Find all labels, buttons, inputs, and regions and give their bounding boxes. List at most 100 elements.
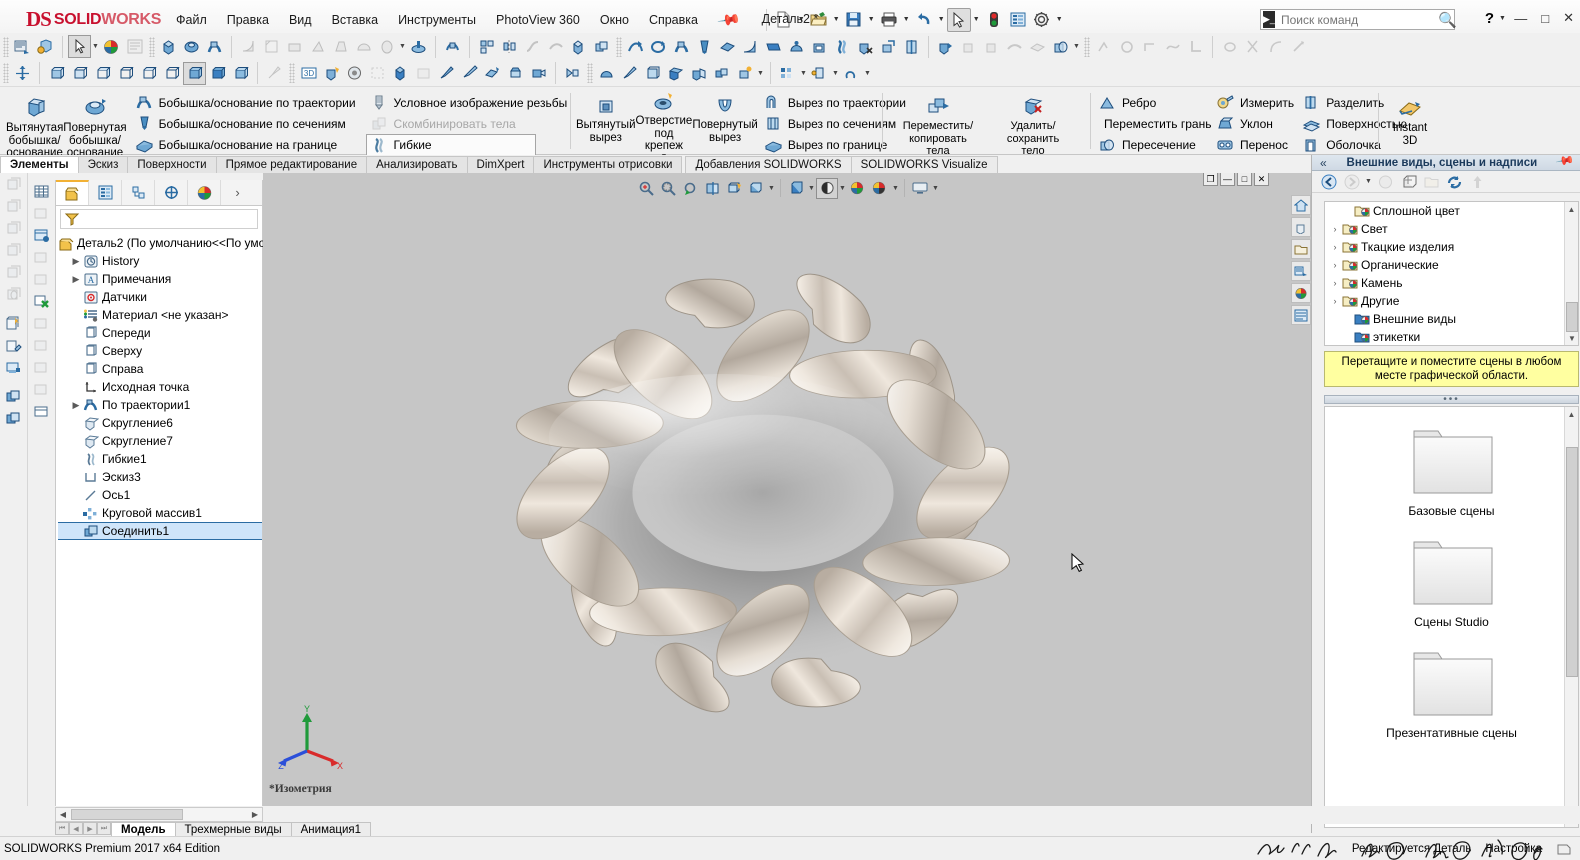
edit-scene-button[interactable] <box>481 62 504 85</box>
indent-button[interactable] <box>980 35 1003 58</box>
tab-nav-first[interactable]: ⏮ <box>55 822 69 835</box>
tree-item-material[interactable]: Материал <не указан> <box>58 306 262 324</box>
sketch-corner-button[interactable] <box>1184 35 1207 58</box>
print-document-dropdown[interactable]: ▼ <box>901 16 912 23</box>
render-region-button[interactable] <box>366 62 389 85</box>
sketch-spline-button[interactable] <box>1161 35 1184 58</box>
file-properties-button[interactable] <box>1006 8 1030 32</box>
tab-nav-last[interactable]: ⏭ <box>97 822 111 835</box>
fillet-small-button[interactable] <box>237 35 260 58</box>
appearances-tree-scrollbar[interactable]: ▲ ▼ <box>1564 202 1578 345</box>
revolved-boss-button[interactable]: Повернутая бобышка/основание <box>63 89 127 160</box>
tp-item-labels[interactable]: этикетки <box>1325 328 1578 345</box>
edit-appearance-button[interactable] <box>34 35 57 58</box>
options-dropdown[interactable]: ▼ <box>1054 16 1065 23</box>
search-icon[interactable]: 🔍 <box>1438 11 1461 29</box>
render-preview-button[interactable] <box>343 62 366 85</box>
sketch-dimension-button[interactable] <box>1287 35 1310 58</box>
tp-item-stone[interactable]: › Камень <box>1325 274 1578 292</box>
photoview-render-button[interactable] <box>320 62 343 85</box>
mirror-button[interactable] <box>498 35 521 58</box>
view-palette-button[interactable] <box>11 35 34 58</box>
tab-nav-next[interactable]: ▶ <box>83 822 97 835</box>
camera-button[interactable] <box>527 62 550 85</box>
menu-item-photoview[interactable]: PhotoView 360 <box>486 9 590 31</box>
revolved-boss-small-button[interactable] <box>180 35 203 58</box>
table-icon-button[interactable] <box>30 181 54 202</box>
tree-item-circular-pattern1[interactable]: Круговой массив1 <box>58 504 262 522</box>
tree-item-flex1[interactable]: Гибкие1 <box>58 450 262 468</box>
tp-item-other[interactable]: › Другие <box>1325 292 1578 310</box>
combine-button[interactable] <box>590 35 613 58</box>
view-bottom-button[interactable] <box>160 62 183 85</box>
expand-arrow[interactable]: › <box>1329 296 1341 306</box>
pattern-dropdown[interactable]: ▼ <box>799 70 808 77</box>
draft-small-button[interactable] <box>329 35 352 58</box>
gallery-item-basic-scenes[interactable]: Базовые сцены <box>1325 407 1578 518</box>
assembly-tool-button[interactable] <box>710 62 733 85</box>
menu-item-file[interactable]: Файл <box>166 9 217 31</box>
plane-button[interactable] <box>762 35 785 58</box>
expand-arrow[interactable]: ▶ <box>70 256 82 267</box>
view-right-button[interactable] <box>114 62 137 85</box>
tree-item-annotations[interactable]: ▶ A Примечания <box>58 270 262 288</box>
list-table-button[interactable] <box>30 401 54 422</box>
intersect-button[interactable] <box>1049 35 1072 58</box>
hole-table-button[interactable] <box>30 313 54 334</box>
undo-button[interactable] <box>912 8 936 32</box>
appearances-icon[interactable] <box>1375 172 1396 192</box>
camera-dock-button[interactable] <box>2 284 26 305</box>
insert-part-button[interactable] <box>934 35 957 58</box>
pin-icon[interactable]: 📌 <box>717 7 743 33</box>
toolbar-grip[interactable] <box>616 36 622 57</box>
menu-item-window[interactable]: Окно <box>590 9 639 31</box>
revision-table-button[interactable] <box>30 269 54 290</box>
folder-icon[interactable] <box>1421 172 1442 192</box>
scroll-left-arrow[interactable]: ◀ <box>56 810 70 819</box>
help-dropdown[interactable]: ▼ <box>1497 15 1508 22</box>
perspective-button[interactable] <box>561 62 584 85</box>
final-render-button[interactable] <box>389 62 412 85</box>
tab-analyze[interactable]: Анализировать <box>366 156 468 173</box>
appearance-dock-button[interactable] <box>2 196 26 217</box>
tree-item-origin[interactable]: Исходная точка <box>58 378 262 396</box>
scenes-gallery[interactable]: Базовые сцены Сцены Studio Презентативны… <box>1324 406 1579 828</box>
search-input[interactable] <box>1274 11 1438 28</box>
select-button[interactable] <box>68 35 91 58</box>
sketch-line-button[interactable] <box>1092 35 1115 58</box>
design-table-button[interactable] <box>30 203 54 224</box>
tab-surfaces[interactable]: Поверхности <box>127 156 217 173</box>
move-copy-bodies-button[interactable]: Переместить/копировать тела <box>886 89 990 158</box>
wrap-dropdown[interactable]: ▼ <box>398 43 407 50</box>
display-style-solid-button[interactable] <box>206 62 229 85</box>
chamfer-small-button[interactable] <box>260 35 283 58</box>
move-copy-button[interactable] <box>957 35 980 58</box>
scroll-up-arrow[interactable]: ▲ <box>1565 202 1578 216</box>
chevron-double-left-icon[interactable]: « <box>1312 156 1327 170</box>
curve-dropdown[interactable]: ▼ <box>863 70 872 77</box>
rib-row-button[interactable]: Ребро <box>1094 92 1212 113</box>
tree-item-front-plane[interactable]: Спереди <box>58 324 262 342</box>
flex-row-button[interactable]: Гибкие <box>365 134 536 156</box>
menu-item-edit[interactable]: Правка <box>217 9 279 31</box>
extruded-cut-button[interactable]: Вытянутый вырез <box>576 89 636 144</box>
rib-small-button[interactable] <box>306 35 329 58</box>
tree-item-top-plane[interactable]: Сверху <box>58 342 262 360</box>
scene-dock-button[interactable] <box>2 218 26 239</box>
revolve-feature-button[interactable] <box>647 35 670 58</box>
schedule-render-button[interactable] <box>412 62 435 85</box>
display-style-shaded-button[interactable] <box>183 61 206 85</box>
lights-dock-button[interactable] <box>2 262 26 283</box>
lofted-boss-button[interactable] <box>693 35 716 58</box>
tree-item-right-plane[interactable]: Справа <box>58 360 262 378</box>
select-dropdown[interactable]: ▼ <box>91 43 100 50</box>
feature-manager-tab[interactable] <box>56 180 89 205</box>
flex-feature-button[interactable] <box>831 35 854 58</box>
delete-body-button[interactable]: Удалить/сохранить тело <box>990 89 1076 158</box>
property-manager-tab[interactable] <box>89 180 122 205</box>
select-tool-dropdown[interactable]: ▼ <box>971 16 982 23</box>
hole-wizard-small-button[interactable] <box>407 35 430 58</box>
view-front-button[interactable] <box>68 62 91 85</box>
instant-3d-button[interactable]: Instant 3D <box>1382 89 1438 147</box>
select-tool-button[interactable] <box>946 7 971 32</box>
